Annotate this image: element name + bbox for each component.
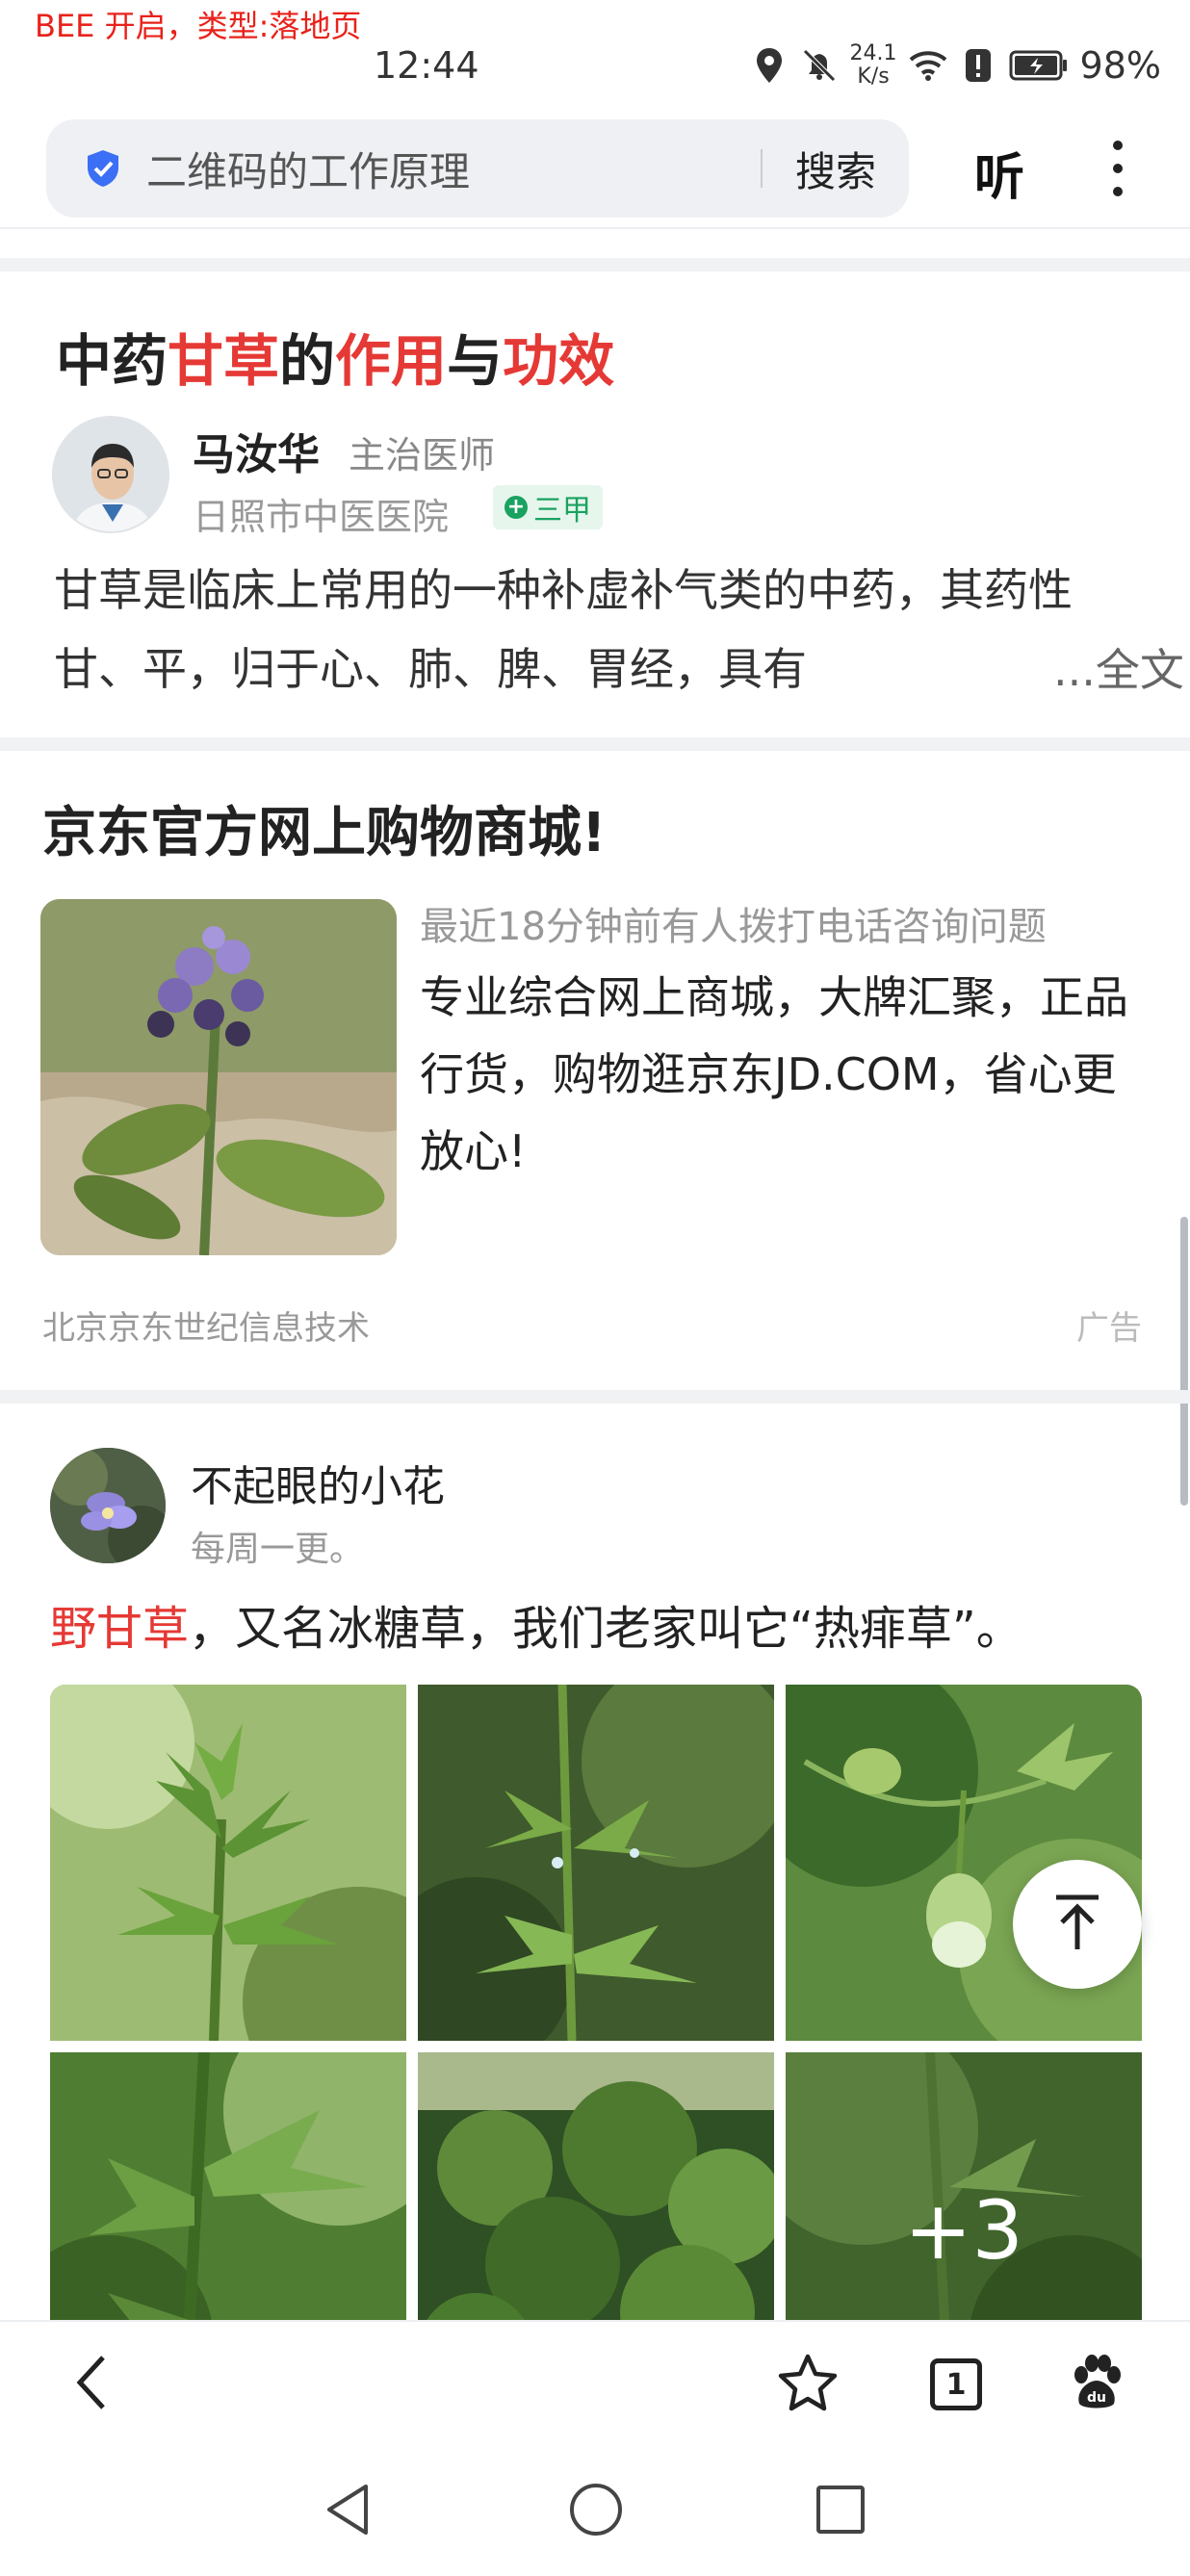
circle-home-icon xyxy=(567,2481,625,2542)
post-text[interactable]: 野甘草，又名冰糖草，我们老家叫它“热痱草”。 xyxy=(50,1590,1022,1658)
image-grid: +3 xyxy=(50,1685,1142,2409)
network-speed-value: 24.1 xyxy=(849,41,897,65)
network-speed: 24.1 K/s xyxy=(850,42,897,89)
doctor-title: 主治医师 xyxy=(349,434,496,477)
search-input[interactable]: 二维码的工作原理 xyxy=(146,140,761,198)
square-recent-icon xyxy=(814,2483,867,2540)
section-divider xyxy=(0,1390,1190,1404)
title-part: 的 xyxy=(279,328,336,394)
arrow-up-to-top-icon xyxy=(1052,1893,1102,1955)
nav-recent-button[interactable] xyxy=(807,2478,874,2545)
search-bar[interactable]: 二维码的工作原理 搜索 xyxy=(46,119,909,218)
header-divider xyxy=(0,227,1190,229)
alert-icon xyxy=(959,46,997,85)
battery-percent: 98% xyxy=(1079,44,1161,87)
favorite-button[interactable] xyxy=(774,2351,841,2418)
chevron-left-icon xyxy=(72,2354,111,2415)
section-divider xyxy=(0,737,1190,751)
wifi-icon xyxy=(909,46,947,85)
article-title[interactable]: 中药甘草的作用与功效 xyxy=(56,316,614,397)
hospital-grade: 三甲 xyxy=(533,494,591,528)
article-summary[interactable]: 甘草是临床上常用的一种补虚补气类的中药，其药性甘、平，归于心、肺、脾、胃经，具有 xyxy=(54,551,1142,708)
post-keyword: 野甘草 xyxy=(50,1602,190,1656)
listen-button[interactable]: 听 xyxy=(974,137,1024,209)
search-button[interactable]: 搜索 xyxy=(763,140,909,198)
back-to-top-button[interactable] xyxy=(1013,1860,1142,1989)
ad-description[interactable]: 专业综合网上商城，大牌汇聚，正品行货，购物逛京东JD.COM，省心更放心! xyxy=(420,959,1142,1190)
hospital-name: 日照市中医医院 xyxy=(193,496,450,538)
location-icon xyxy=(750,46,789,85)
status-icons: 24.1 K/s 98% xyxy=(750,35,1161,96)
ad-title[interactable]: 京东官方网上购物商城! xyxy=(42,789,607,867)
back-button[interactable] xyxy=(58,2351,125,2418)
status-time: 12:44 xyxy=(374,44,479,87)
hospital-grade-badge: + 三甲 xyxy=(493,485,603,529)
title-highlight: 甘草 xyxy=(168,328,280,394)
baidu-paw-icon: du xyxy=(1068,2354,1125,2415)
grid-image[interactable] xyxy=(418,1685,774,2041)
more-menu-icon[interactable] xyxy=(1098,135,1138,202)
title-part: 与 xyxy=(447,328,504,394)
author-name[interactable]: 不起眼的小花 xyxy=(191,1452,445,1513)
author-subtitle: 每周一更。 xyxy=(191,1530,365,1569)
star-icon xyxy=(777,2353,839,2416)
triangle-back-icon xyxy=(322,2481,374,2542)
section-divider xyxy=(0,258,1190,271)
ad-image[interactable] xyxy=(40,899,397,1255)
battery-icon xyxy=(1009,46,1069,85)
post-text-rest: ，又名冰糖草，我们老家叫它“热痱草”。 xyxy=(189,1602,1022,1656)
baidu-home-button[interactable]: du xyxy=(1063,2351,1130,2418)
grid-image[interactable] xyxy=(50,1685,406,2041)
scrollbar-thumb[interactable] xyxy=(1180,1217,1188,1506)
title-highlight: 作用 xyxy=(335,328,448,394)
system-nav-bar xyxy=(0,2445,1190,2576)
ad-label[interactable]: 广告 xyxy=(1076,1301,1142,1349)
doctor-avatar[interactable] xyxy=(52,416,169,533)
tabs-button[interactable]: 1 xyxy=(922,2351,990,2418)
title-part: 中药 xyxy=(56,328,168,394)
svg-text:du: du xyxy=(1087,2390,1106,2406)
author-avatar[interactable] xyxy=(50,1448,166,1563)
nav-back-button[interactable] xyxy=(314,2478,381,2545)
network-speed-unit: K/s xyxy=(857,64,890,89)
read-full-link[interactable]: ...全文 xyxy=(996,635,1184,699)
mute-bell-icon xyxy=(800,46,839,85)
ad-source: 北京京东世纪信息技术 xyxy=(42,1309,370,1348)
title-highlight: 功效 xyxy=(503,328,615,394)
nav-home-button[interactable] xyxy=(562,2478,630,2545)
doctor-name[interactable]: 马汝华 xyxy=(193,420,320,481)
debug-banner: BEE 开启，类型:落地页 xyxy=(35,8,362,44)
ad-activity: 最近18分钟前有人拨打电话咨询问题 xyxy=(420,905,1047,949)
security-shield-icon xyxy=(83,148,123,189)
medical-cross-icon: + xyxy=(504,496,528,519)
browser-toolbar: 1 du xyxy=(0,2320,1190,2445)
tab-count-icon: 1 xyxy=(930,2358,982,2410)
